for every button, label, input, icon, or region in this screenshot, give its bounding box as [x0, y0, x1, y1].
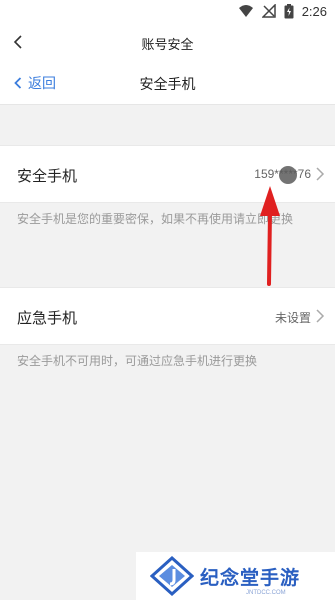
page-title: 账号安全	[141, 38, 194, 53]
emergency-phone-label: 应急手机	[17, 309, 78, 327]
watermark: 纪念堂手游	[136, 552, 335, 600]
watermark-logo-icon	[150, 556, 194, 596]
chevron-right-icon	[316, 309, 325, 323]
tap-indicator	[279, 166, 297, 184]
chevron-right-icon	[316, 167, 325, 181]
nav-bar: 返回 安全手机	[0, 62, 335, 105]
security-phone-hint: 安全手机是您的重要密保，如果不再使用请立即更换	[17, 212, 294, 226]
watermark-text: 纪念堂手游	[200, 566, 301, 589]
emergency-phone-row[interactable]: 应急手机 未设置	[0, 287, 335, 345]
security-phone-label: 安全手机	[17, 167, 78, 185]
title-bar: 账号安全	[0, 22, 335, 62]
status-bar: 2:26	[0, 0, 335, 22]
status-time: 2:26	[301, 3, 327, 19]
emergency-phone-hint: 安全手机不可用时，可通过应急手机进行更换	[17, 354, 258, 368]
status-icons: 2:26	[238, 3, 327, 19]
watermark-subtext: JNTDCC.COM	[246, 590, 286, 596]
wifi-icon	[238, 5, 253, 17]
battery-icon	[284, 3, 294, 18]
signal-off-icon	[261, 4, 276, 18]
nav-title: 安全手机	[139, 77, 196, 93]
emergency-phone-value: 未设置	[274, 311, 311, 325]
